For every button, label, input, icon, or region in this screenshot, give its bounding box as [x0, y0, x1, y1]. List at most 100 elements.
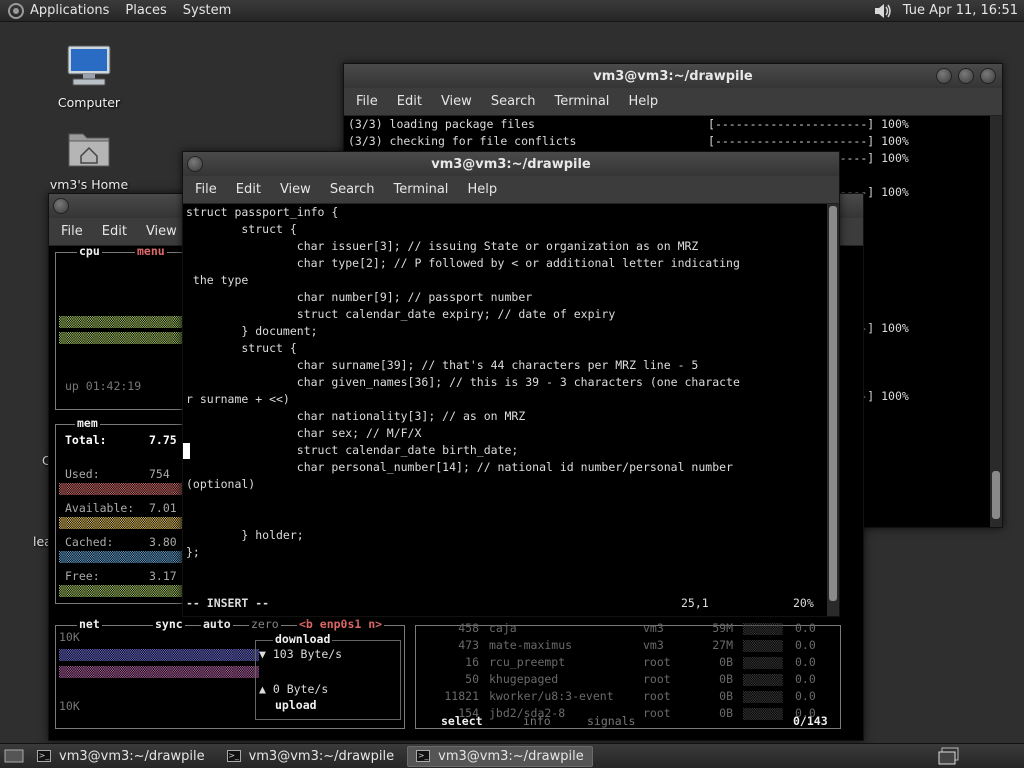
window-titlebar[interactable]: vm3@vm3:~/drawpile — [183, 152, 839, 176]
system-menu[interactable]: System — [183, 3, 231, 18]
net-auto-toggle[interactable]: auto — [201, 617, 233, 631]
terminal-icon: >_ — [37, 750, 51, 762]
menu-search[interactable]: Search — [330, 182, 375, 197]
menu-toggle[interactable]: menu — [135, 246, 167, 258]
proc-cpu-graph: ▒▒▒▒▒▒ — [743, 623, 783, 635]
net-scale-top: 10K — [59, 630, 80, 644]
proc-cell-user: root — [643, 689, 671, 703]
terminal-window-front[interactable]: vm3@vm3:~/drawpile File Edit View Search… — [182, 151, 840, 617]
mate-logo-icon[interactable] — [8, 2, 24, 19]
proc-cpu-graph: ▒▒▒▒▒▒ — [743, 657, 783, 669]
terminal-line: char nationality[3]; // as on MRZ — [186, 409, 526, 423]
menu-file[interactable]: File — [195, 182, 217, 197]
terminal-line: char personal_number[14]; // national id… — [186, 460, 733, 474]
proc-cpu-graph: ▒▒▒▒▒▒ — [743, 691, 783, 703]
terminal-icon: >_ — [416, 750, 431, 762]
applications-menu[interactable]: Applications — [30, 3, 109, 18]
proc-cell-cpu: 0.0 — [795, 638, 816, 652]
close-button[interactable] — [980, 68, 996, 84]
download-rate-value: 103 Byte/s — [272, 647, 343, 661]
menu-terminal[interactable]: Terminal — [554, 94, 609, 109]
proc-cell-name: khugepaged — [489, 672, 559, 686]
proc-cell-pid: 11821 — [444, 689, 479, 703]
terminal-line: char surname[39]; // that's 44 character… — [186, 358, 699, 372]
proc-cell-name: jbd2/sda2-8 — [489, 706, 566, 720]
menu-file[interactable]: File — [61, 224, 83, 239]
net-zero-toggle[interactable]: zero — [249, 617, 281, 631]
proc-cell-pid: 473 — [458, 638, 479, 652]
window-titlebar[interactable]: vm3@vm3:~/drawpile — [344, 64, 1002, 88]
terminal-line: struct { — [186, 341, 297, 355]
proc-cell-mem: 0B — [719, 689, 733, 703]
terminal-line: (3/3) checking for file conflicts [-----… — [348, 134, 909, 148]
mem-row-label: Free: — [65, 569, 100, 583]
net-sync-toggle[interactable]: sync — [153, 617, 185, 631]
terminal-line: char sex; // M/F/X — [186, 426, 422, 440]
net-interface-selector[interactable]: <b enp0s1 n> — [297, 617, 385, 631]
terminal-line: the type — [186, 273, 249, 287]
vim-editor[interactable]: struct passport_info { struct { char iss… — [183, 204, 827, 616]
terminal-line: } holder; — [186, 528, 304, 542]
scrollbar-thumb[interactable] — [829, 206, 837, 601]
mem-row-label: Cached: — [65, 535, 114, 549]
minimize-button[interactable] — [936, 68, 952, 84]
desktop-icon-label: vm3's Home — [49, 177, 129, 192]
vim-mode-indicator: -- INSERT -- — [186, 596, 270, 610]
terminal-line: struct passport_info { — [186, 205, 339, 219]
proc-cell-user: root — [643, 672, 671, 686]
mem-row-label: Used: — [65, 467, 100, 481]
clock[interactable]: Tue Apr 11, 16:51 — [903, 3, 1018, 18]
menu-view[interactable]: View — [441, 94, 472, 109]
taskbar-item-active[interactable]: >_ vm3@vm3:~/drawpile — [407, 745, 593, 767]
menu-view[interactable]: View — [280, 182, 311, 197]
proc-cell-pid: 458 — [458, 621, 479, 635]
window-menu-button[interactable] — [53, 198, 69, 214]
proc-cpu-graph: ▒▒▒▒▒▒ — [743, 640, 783, 652]
download-label: download — [273, 632, 333, 646]
mem-row-label: Available: — [65, 501, 135, 515]
desktop-icon-computer[interactable]: Computer — [44, 44, 134, 110]
maximize-button[interactable] — [958, 68, 974, 84]
download-graph: ▒▒▒▒▒▒▒▒▒▒▒▒▒▒▒▒▒▒▒▒▒▒▒▒▒▒▒▒▒▒▒▒▒▒▒▒▒▒▒▒… — [59, 649, 259, 661]
cpu-box-title: cpu — [77, 246, 102, 258]
home-folder-icon — [68, 133, 110, 167]
window-menu-button[interactable] — [187, 156, 203, 172]
taskbar: >_ vm3@vm3:~/drawpile >_ vm3@vm3:~/drawp… — [0, 743, 1024, 768]
terminal-line: (optional) — [186, 477, 256, 491]
workspace-switcher-icon[interactable] — [938, 747, 960, 765]
window-title: vm3@vm3:~/drawpile — [431, 156, 591, 172]
mem-box-title: mem — [75, 416, 100, 430]
terminal-line: } document; — [186, 324, 318, 338]
menu-search[interactable]: Search — [491, 94, 536, 109]
proc-cell-name: caja — [489, 621, 517, 635]
menu-edit[interactable]: Edit — [102, 224, 127, 239]
proc-cell-cpu: 0.0 — [795, 655, 816, 669]
proc-cell-name: rcu_preempt — [489, 655, 566, 669]
mem-meter: ▒▒▒▒▒▒▒▒▒▒▒▒▒▒▒▒▒▒▒▒▒▒▒▒▒▒▒▒▒▒▒▒▒▒▒▒▒▒▒▒ — [59, 517, 187, 529]
terminal-line: r surname + <<) — [186, 392, 290, 406]
proc-cell-user: root — [643, 706, 671, 720]
volume-icon[interactable] — [873, 3, 893, 19]
terminal-line: char type[2]; // P followed by < or addi… — [186, 256, 740, 270]
menu-view[interactable]: View — [146, 224, 177, 239]
menu-terminal[interactable]: Terminal — [393, 182, 448, 197]
scrollbar[interactable] — [990, 116, 1002, 527]
proc-cell-mem: 59M — [712, 621, 733, 635]
show-desktop-icon[interactable] — [4, 748, 24, 764]
scrollbar[interactable] — [827, 204, 839, 616]
menu-file[interactable]: File — [356, 94, 378, 109]
proc-cell-cpu: 0.0 — [795, 706, 816, 720]
places-menu[interactable]: Places — [125, 3, 166, 18]
taskbar-item[interactable]: >_ vm3@vm3:~/drawpile — [218, 746, 404, 767]
menu-help[interactable]: Help — [628, 94, 658, 109]
taskbar-item[interactable]: >_ vm3@vm3:~/drawpile — [28, 746, 214, 767]
scrollbar-thumb[interactable] — [992, 471, 1000, 519]
desktop-icon-home[interactable]: vm3's Home — [44, 126, 134, 192]
proc-cell-user: root — [643, 655, 671, 669]
menu-edit[interactable]: Edit — [397, 94, 422, 109]
menu-help[interactable]: Help — [467, 182, 497, 197]
proc-cell-user: vm3 — [643, 638, 664, 652]
menu-edit[interactable]: Edit — [236, 182, 261, 197]
proc-cell-cpu: 0.0 — [795, 621, 816, 635]
proc-cell-pid: 50 — [465, 672, 479, 686]
